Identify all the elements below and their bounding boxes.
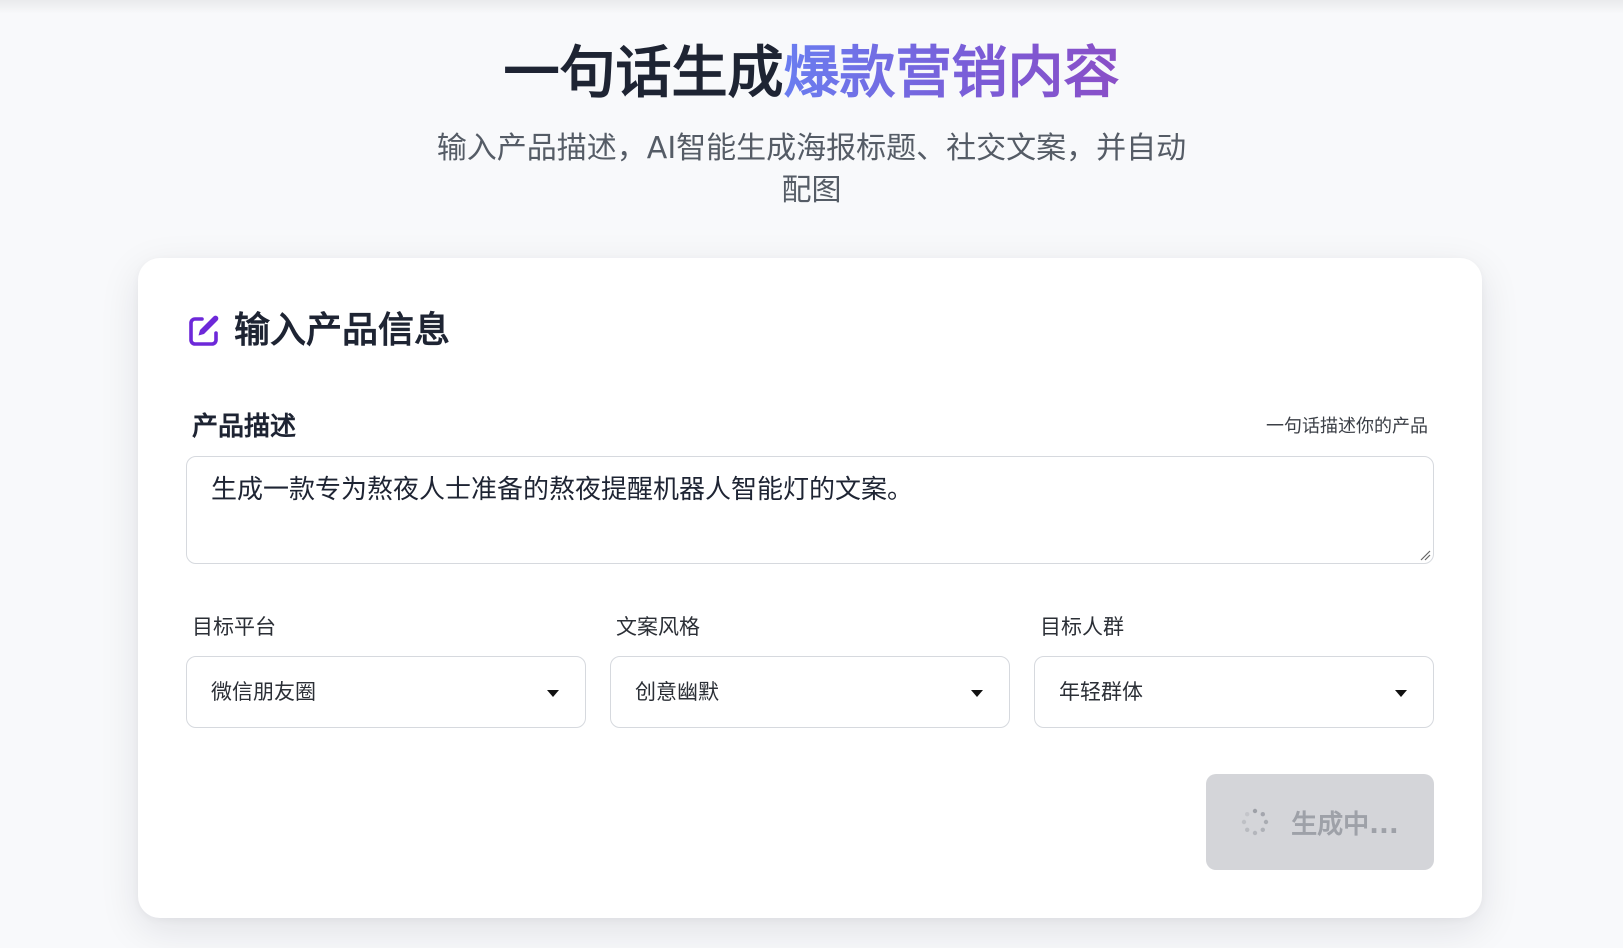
- description-value: 生成一款专为熬夜人士准备的熬夜提醒机器人智能灯的文案。: [211, 475, 914, 505]
- platform-field: 目标平台 微信朋友圈: [186, 612, 586, 728]
- audience-field: 目标人群 年轻群体: [1034, 612, 1434, 728]
- product-info-card: 输入产品信息 产品描述 一句话描述你的产品 生成一款专为熬夜人士准备的熬夜提醒机…: [138, 258, 1482, 918]
- description-hint: 一句话描述你的产品: [1266, 416, 1428, 437]
- audience-select[interactable]: 年轻群体: [1034, 656, 1434, 728]
- platform-label: 目标平台: [192, 615, 276, 639]
- audience-value: 年轻群体: [1059, 680, 1143, 704]
- spinner-icon: [1241, 808, 1269, 836]
- title-main: 一句话生成: [503, 41, 784, 106]
- style-field: 文案风格 创意幽默: [610, 612, 1010, 728]
- chevron-down-icon: [971, 690, 983, 697]
- title-accent: 爆款营销内容: [783, 41, 1120, 106]
- chevron-down-icon: [1395, 690, 1407, 697]
- page-title: 一句话生成爆款营销内容: [0, 38, 1623, 110]
- resize-grip-icon[interactable]: [1419, 549, 1431, 561]
- card-title: 输入产品信息: [234, 310, 451, 351]
- generate-button-label: 生成中...: [1291, 809, 1399, 840]
- style-value: 创意幽默: [635, 680, 719, 704]
- description-label: 产品描述: [192, 412, 297, 442]
- platform-value: 微信朋友圈: [211, 680, 316, 704]
- audience-label: 目标人群: [1040, 615, 1124, 639]
- chevron-down-icon: [547, 690, 559, 697]
- platform-select[interactable]: 微信朋友圈: [186, 656, 586, 728]
- hero-section: 一句话生成爆款营销内容 输入产品描述，AI智能生成海报标题、社交文案，并自动配图: [0, 38, 1623, 212]
- style-label: 文案风格: [616, 615, 700, 639]
- description-textarea[interactable]: 生成一款专为熬夜人士准备的熬夜提醒机器人智能灯的文案。: [186, 456, 1434, 564]
- edit-icon: [189, 315, 219, 346]
- style-select[interactable]: 创意幽默: [610, 656, 1010, 728]
- generate-button[interactable]: 生成中...: [1206, 774, 1434, 870]
- top-shadow: [0, 0, 1623, 14]
- card-header: 输入产品信息: [186, 310, 450, 352]
- page-subtitle: 输入产品描述，AI智能生成海报标题、社交文案，并自动配图: [436, 131, 1187, 208]
